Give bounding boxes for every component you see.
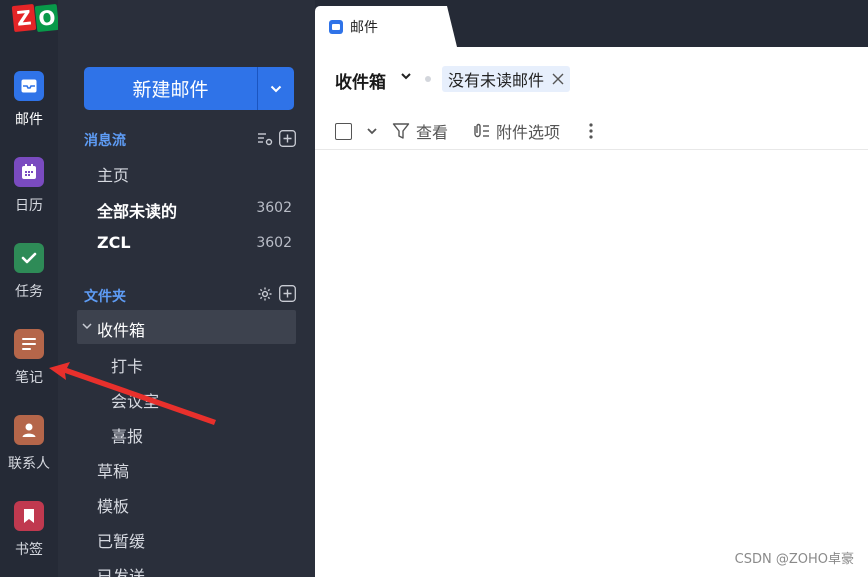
rail-label-bookmarks: 书签 <box>15 542 43 558</box>
stream-item-all-unread[interactable]: 全部未读的 <box>97 198 177 222</box>
view-button[interactable]: 查看 <box>416 119 448 143</box>
folders-section-title[interactable]: 文件夹 <box>84 286 126 306</box>
chevron-down-icon[interactable] <box>366 127 378 135</box>
mail-icon <box>14 71 44 101</box>
logo-letter-z: Z <box>11 3 37 33</box>
app-rail: Z O H O 邮件 日历 任务 笔记 联系人 <box>0 0 106 577</box>
mail-list-area: 收件箱 没有未读邮件 查看 附件选项 CSDN @ZOHO卓豪 <box>315 47 868 577</box>
folder-item-inbox[interactable]: 收件箱 <box>77 310 296 344</box>
rail-item-calendar[interactable]: 日历 <box>0 157 58 215</box>
tab-bar: 邮件 <box>315 0 868 47</box>
folder-settings-gear-icon[interactable] <box>257 286 273 302</box>
tab-mail[interactable]: 邮件 <box>315 6 457 47</box>
dot-separator <box>425 76 431 82</box>
attachment-options-button[interactable]: 附件选项 <box>496 119 560 143</box>
check-icon <box>14 243 44 273</box>
rail-item-mail[interactable]: 邮件 <box>0 71 58 129</box>
close-icon[interactable] <box>552 73 564 85</box>
folder-item-drafts[interactable]: 草稿 <box>97 458 129 482</box>
chevron-down-icon[interactable] <box>82 323 92 330</box>
tab-label: 邮件 <box>350 19 378 36</box>
stream-item-home[interactable]: 主页 <box>97 162 129 186</box>
rail-item-tasks[interactable]: 任务 <box>0 243 58 301</box>
add-folder-icon[interactable] <box>279 285 296 302</box>
rail-label-mail: 邮件 <box>15 112 43 128</box>
rail-item-notes[interactable]: 笔记 <box>0 329 58 387</box>
chevron-down-icon[interactable] <box>400 71 412 81</box>
stream-count-zcl: 3602 <box>256 235 292 251</box>
watermark: CSDN @ZOHO卓豪 <box>734 552 854 567</box>
filter-icon[interactable] <box>392 122 410 140</box>
folder-item-snoozed[interactable]: 已暂缓 <box>97 528 145 552</box>
rail-label-calendar: 日历 <box>15 198 43 214</box>
stream-item-zcl[interactable]: ZCL <box>97 233 131 252</box>
add-stream-icon[interactable] <box>279 130 296 147</box>
divider <box>315 149 868 150</box>
folder-label-inbox: 收件箱 <box>97 321 146 340</box>
logo-letter-o: O <box>34 3 60 33</box>
new-mail-button[interactable]: 新建邮件 <box>84 67 257 110</box>
mail-icon <box>329 19 343 34</box>
more-options-icon[interactable] <box>588 122 594 140</box>
attachment-icon[interactable] <box>470 122 490 140</box>
rail-label-tasks: 任务 <box>15 284 43 300</box>
bookmark-icon <box>14 501 44 531</box>
subfolder-item[interactable]: 会议室 <box>111 388 159 412</box>
mail-toolbar: 查看 附件选项 <box>335 119 594 143</box>
stream-count-all-unread: 3602 <box>256 200 292 216</box>
folder-pane: 新建邮件 消息流 主页 全部未读的 3602 ZCL 3602 文件夹 收件箱 … <box>58 0 315 577</box>
rail-label-notes: 笔记 <box>15 370 43 386</box>
streams-section-title[interactable]: 消息流 <box>84 130 126 150</box>
note-icon <box>14 329 44 359</box>
rail-item-contacts[interactable]: 联系人 <box>0 415 58 473</box>
select-all-checkbox[interactable] <box>335 122 352 140</box>
chevron-down-icon <box>270 85 282 92</box>
new-mail-dropdown[interactable] <box>258 67 294 110</box>
filter-chip-label: 没有未读邮件 <box>448 71 545 90</box>
streams-tools <box>257 130 296 147</box>
new-mail-button-group: 新建邮件 <box>84 67 294 110</box>
calendar-icon <box>14 157 44 187</box>
folder-item-templates[interactable]: 模板 <box>97 493 129 517</box>
folders-tools <box>257 285 296 302</box>
contact-icon <box>14 415 44 445</box>
page-title[interactable]: 收件箱 <box>335 68 386 93</box>
subfolder-item[interactable]: 喜报 <box>111 423 143 447</box>
rail-label-contacts: 联系人 <box>8 456 50 472</box>
folder-item-sent[interactable]: 已发送 <box>97 563 145 577</box>
rail-item-bookmarks[interactable]: 书签 <box>0 501 58 559</box>
stream-settings-icon[interactable] <box>257 131 273 147</box>
subfolder-item[interactable]: 打卡 <box>111 353 143 377</box>
filter-chip-unread: 没有未读邮件 <box>442 66 571 92</box>
